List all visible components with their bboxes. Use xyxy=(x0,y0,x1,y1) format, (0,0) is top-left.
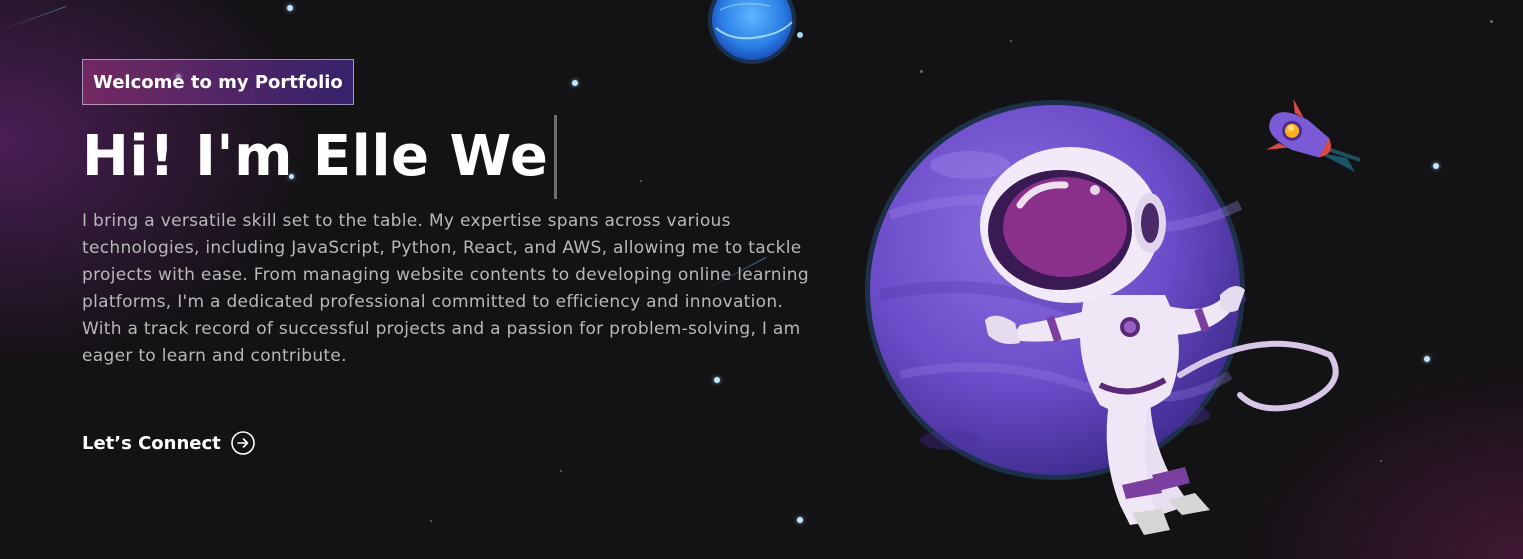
star xyxy=(1380,460,1382,462)
arrow-right-circle-icon xyxy=(230,431,255,455)
star xyxy=(920,70,923,73)
star xyxy=(430,520,432,522)
star xyxy=(797,517,803,523)
blue-moon-icon xyxy=(708,0,803,64)
star xyxy=(1433,163,1439,169)
star xyxy=(560,470,562,472)
star xyxy=(572,80,578,86)
hero-headline: Hi! I'm Elle We xyxy=(82,115,558,199)
welcome-tagline: Welcome to my Portfolio xyxy=(82,59,354,105)
star xyxy=(1010,40,1012,42)
star xyxy=(640,180,642,182)
banner-section: Welcome to my Portfolio Hi! I'm Elle We … xyxy=(0,0,1523,559)
astronaut-illustration xyxy=(865,100,1339,535)
lets-connect-label: Let’s Connect xyxy=(82,432,221,454)
hero-headline-text: Hi! I'm Elle We xyxy=(82,124,549,189)
typing-cursor xyxy=(554,115,558,199)
star xyxy=(1490,20,1493,23)
shooting-star xyxy=(0,6,66,31)
lets-connect-button[interactable]: Let’s Connect xyxy=(82,431,255,455)
intro-paragraph: I bring a versatile skill set to the tab… xyxy=(82,211,809,366)
star xyxy=(287,5,293,11)
star xyxy=(1424,356,1430,362)
star xyxy=(714,377,720,383)
